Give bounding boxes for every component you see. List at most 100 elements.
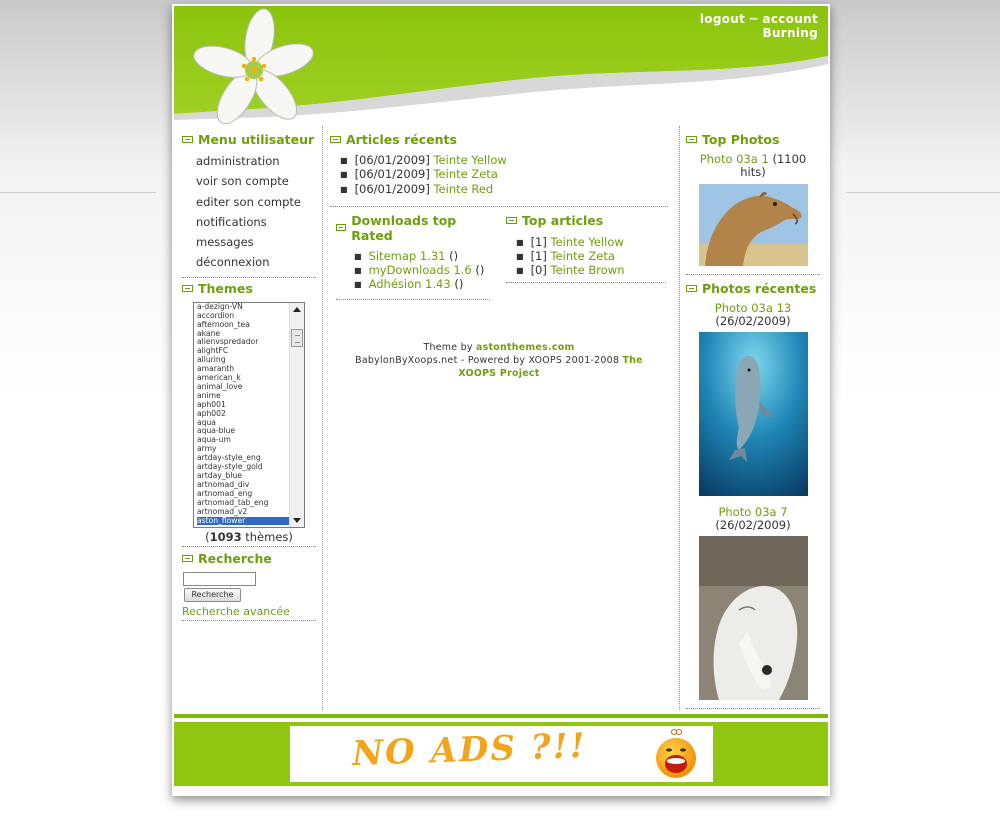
list-item: Sitemap 1.31 () xyxy=(354,248,490,264)
theme-option[interactable]: aston_flower xyxy=(197,516,290,526)
left-column: Menu utilisateur administration voir son… xyxy=(182,126,316,621)
article-link[interactable]: Teinte Zeta xyxy=(551,249,615,263)
menu-item-logout[interactable]: déconnexion xyxy=(196,252,316,272)
themes-title-text: Themes xyxy=(198,280,253,296)
site-name: Burning xyxy=(762,26,818,40)
downloads-block: Downloads top Rated Sitemap 1.31 () myDo… xyxy=(336,207,490,300)
top-photos-title: Top Photos xyxy=(686,126,820,151)
collapse-icon[interactable] xyxy=(182,136,193,143)
theme-options[interactable]: a-dezign-VN accordion afternoon_tea akane al… xyxy=(194,303,290,526)
download-link[interactable]: Adhésion 1.43 xyxy=(369,277,451,291)
list-item: [1] Teinte Zeta xyxy=(516,250,666,264)
search-input[interactable] xyxy=(183,571,256,586)
theme-count-number: 1093 xyxy=(209,529,242,544)
download-count: () xyxy=(454,277,464,292)
theme-select-list[interactable]: a-dezign-VN accordion afternoon_tea akane al… xyxy=(193,301,305,528)
download-link[interactable]: myDownloads 1.6 xyxy=(369,263,472,277)
recent-photos-title-text: Photos récentes xyxy=(702,281,817,296)
ad-text: NO ADS ?!! xyxy=(351,726,588,775)
article-rank: [1] xyxy=(530,249,547,264)
photo-caption: Photo 03a 13 (26/02/2009) xyxy=(686,302,820,328)
article-link[interactable]: Teinte Yellow xyxy=(433,153,506,167)
ad-banner[interactable]: NO ADS ?!! xyxy=(290,726,713,782)
menu-item-messages[interactable]: messages xyxy=(196,232,316,252)
photo-date: (26/02/2009) xyxy=(715,518,791,532)
camel-photo[interactable] xyxy=(698,184,808,266)
collapse-icon[interactable] xyxy=(686,285,697,292)
footer-strip xyxy=(174,714,828,722)
polar-bear-photo[interactable] xyxy=(698,536,808,700)
user-menu-title-text: Menu utilisateur xyxy=(198,132,315,147)
recent-photos-block: Photos récentes Photo 03a 13 (26/02/2009… xyxy=(686,275,820,709)
article-rank: [1] xyxy=(530,234,547,249)
screaming-face-icon xyxy=(656,729,696,778)
list-item: [1] Teinte Yellow xyxy=(516,234,666,250)
download-count: () xyxy=(475,263,485,278)
article-link[interactable]: Teinte Zeta xyxy=(433,167,497,181)
list-item: [0] Teinte Brown xyxy=(516,264,666,278)
article-link[interactable]: Teinte Brown xyxy=(551,263,625,277)
article-date: [06/01/2009] xyxy=(354,167,430,182)
search-button[interactable]: Recherche xyxy=(184,587,241,602)
article-date: [06/01/2009] xyxy=(354,153,430,167)
scroll-up-icon[interactable] xyxy=(293,306,301,312)
menu-item-notifications[interactable]: notifications xyxy=(196,212,316,232)
recent-photos-title: Photos récentes xyxy=(686,275,820,300)
collapse-icon[interactable] xyxy=(336,224,347,232)
account-link[interactable]: account xyxy=(763,12,819,26)
left-column-divider xyxy=(322,126,323,710)
menu-item-edit-account[interactable]: editer son compte xyxy=(196,192,316,212)
theme-credit-link[interactable]: astonthemes.com xyxy=(476,342,575,353)
recent-articles-title: Articles récents xyxy=(330,126,668,151)
link-separator: ~ xyxy=(748,12,759,26)
recent-articles-title-text: Articles récents xyxy=(346,132,457,147)
header: logout ~ account Burning xyxy=(174,6,828,126)
search-block: Recherche Recherche Recherche avancée xyxy=(182,547,316,621)
scroll-down-icon[interactable] xyxy=(293,517,301,523)
top-articles-block: Top articles [1] Teinte Yellow [1] Teint… xyxy=(506,207,666,283)
list-item: [06/01/2009] Teinte Zeta xyxy=(340,168,668,182)
credits: Theme by astonthemes.com BabylonByXoops.… xyxy=(330,341,668,380)
background-divider-left xyxy=(0,192,156,193)
search-title: Recherche xyxy=(182,547,316,568)
photo-caption: Photo 03a 1 (1100 hits) xyxy=(686,153,820,179)
article-date: [06/01/2009] xyxy=(354,181,430,196)
right-column-divider xyxy=(679,126,680,710)
theme-credit-prefix: Theme by xyxy=(423,341,473,353)
download-count: () xyxy=(449,248,459,263)
downloads-title: Downloads top Rated xyxy=(336,207,490,247)
top-photos-title-text: Top Photos xyxy=(702,132,780,147)
list-item: myDownloads 1.6 () xyxy=(354,264,490,278)
article-link[interactable]: Teinte Yellow xyxy=(551,235,624,249)
footer-banner: NO ADS ?!! xyxy=(174,714,828,786)
themes-title: Themes xyxy=(182,278,316,298)
scrollbar[interactable] xyxy=(289,302,304,527)
downloads-title-text: Downloads top Rated xyxy=(351,212,457,243)
photo-link[interactable]: Photo 03a 13 xyxy=(715,301,791,315)
background-divider-right xyxy=(846,192,1000,193)
menu-item-administration[interactable]: administration xyxy=(196,151,316,171)
logout-link[interactable]: logout xyxy=(700,12,745,26)
page-container: logout ~ account Burning Menu utilisateu… xyxy=(172,4,830,796)
collapse-icon[interactable] xyxy=(686,136,697,143)
theme-count: (1093 thèmes) xyxy=(205,529,293,544)
scroll-thumb[interactable] xyxy=(291,328,303,347)
list-item: [06/01/2009] Teinte Yellow xyxy=(340,153,668,168)
collapse-icon[interactable] xyxy=(330,136,341,143)
collapse-icon[interactable] xyxy=(182,284,193,292)
user-menu-block: Menu utilisateur administration voir son… xyxy=(182,126,316,278)
photo-link[interactable]: Photo 03a 1 xyxy=(700,152,769,166)
collapse-icon[interactable] xyxy=(182,554,193,562)
top-articles-title: Top articles xyxy=(506,207,666,232)
collapse-icon[interactable] xyxy=(506,216,517,224)
dolphin-photo[interactable] xyxy=(698,332,808,496)
photo-date: (26/02/2009) xyxy=(715,314,791,328)
powered-by-text: BabylonByXoops.net - Powered by XOOPS 20… xyxy=(355,354,620,366)
download-link[interactable]: Sitemap 1.31 xyxy=(369,249,446,263)
center-column: Articles récents [06/01/2009] Teinte Yel… xyxy=(330,126,668,380)
advanced-search-link[interactable]: Recherche avancée xyxy=(182,605,316,620)
menu-item-view-account[interactable]: voir son compte xyxy=(196,171,316,191)
right-column: Top Photos Photo 03a 1 (1100 hits) Photo… xyxy=(686,126,820,709)
photo-link[interactable]: Photo 03a 7 xyxy=(718,505,787,519)
article-link[interactable]: Teinte Red xyxy=(433,182,493,196)
